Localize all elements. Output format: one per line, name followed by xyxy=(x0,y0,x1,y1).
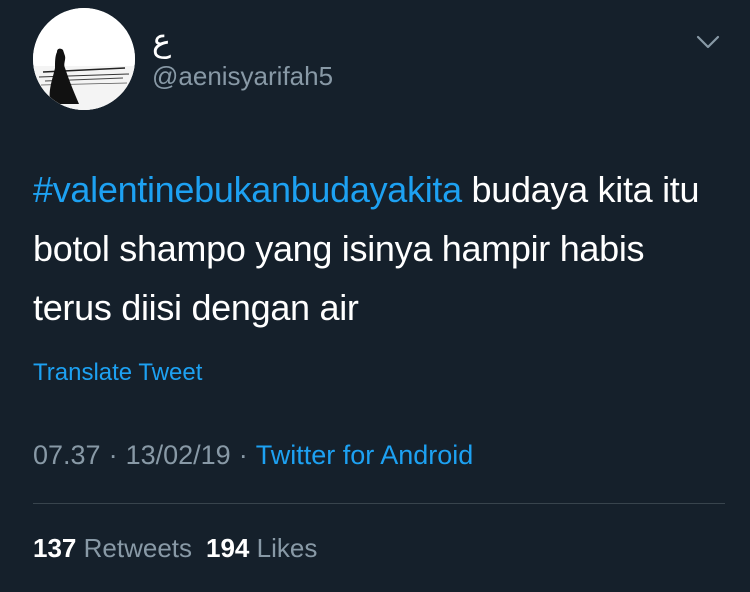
tweet-date: 13/02/19 xyxy=(125,440,231,470)
hashtag-link[interactable]: #valentinebukanbudayakita xyxy=(33,169,462,210)
tweet-metadata: 07.37 · 13/02/19 · Twitter for Android xyxy=(33,437,473,473)
avatar[interactable] xyxy=(33,8,135,110)
likes-label: Likes xyxy=(256,533,318,563)
chevron-down-icon[interactable] xyxy=(694,28,722,56)
tweet-time: 07.37 xyxy=(33,440,101,470)
meta-separator: · xyxy=(108,440,118,470)
meta-separator: · xyxy=(238,440,248,470)
tweet-text: #valentinebukanbudayakita budaya kita it… xyxy=(33,160,723,337)
tweet-stats: 137 Retweets 194 Likes xyxy=(33,530,317,566)
likes-stat[interactable]: 194 Likes xyxy=(206,533,317,563)
translate-tweet-link[interactable]: Translate Tweet xyxy=(33,358,202,388)
display-name[interactable]: ع xyxy=(152,22,171,58)
retweets-label: Retweets xyxy=(83,533,193,563)
likes-count: 194 xyxy=(206,533,250,563)
retweets-count: 137 xyxy=(33,533,77,563)
retweets-stat[interactable]: 137 Retweets xyxy=(33,533,192,563)
tweet-detail: ع @aenisyarifah5 #valentinebukanbudayaki… xyxy=(0,0,750,592)
user-handle[interactable]: @aenisyarifah5 xyxy=(152,60,333,92)
tweet-source-link[interactable]: Twitter for Android xyxy=(256,440,474,470)
avatar-image xyxy=(33,8,135,110)
divider xyxy=(33,503,725,504)
